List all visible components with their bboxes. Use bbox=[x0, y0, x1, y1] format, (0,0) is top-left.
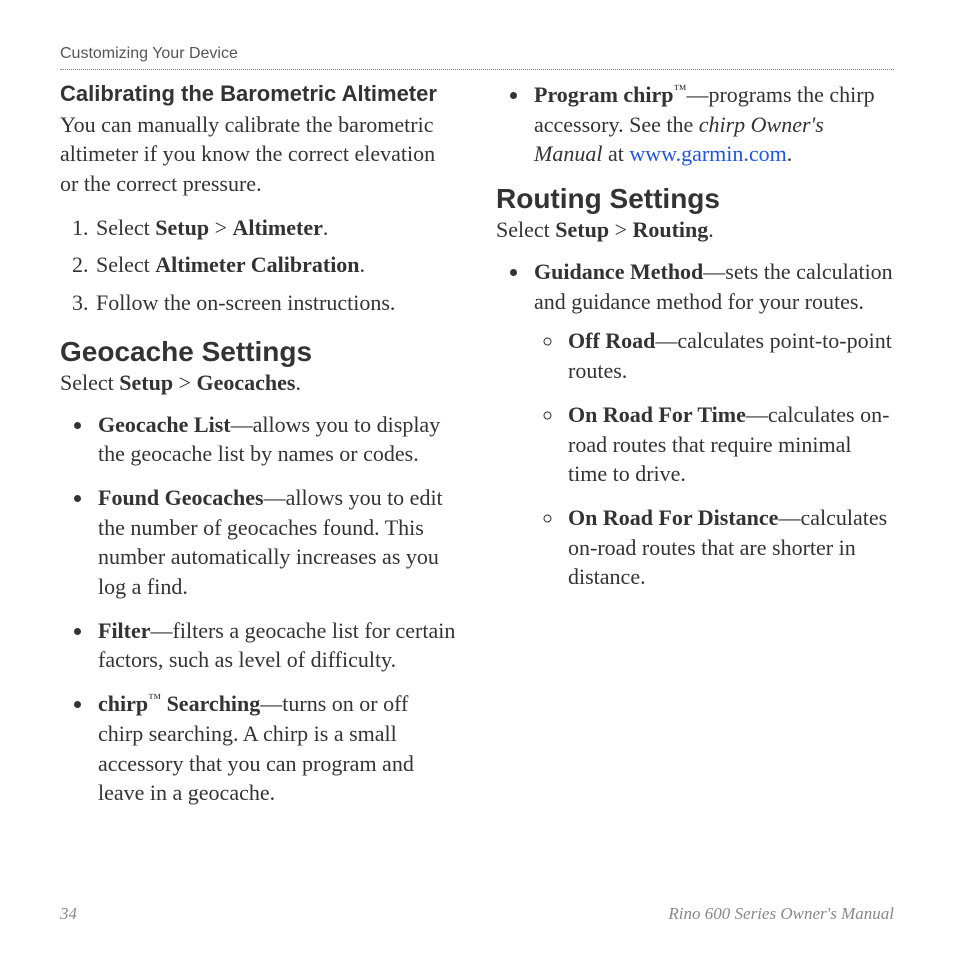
step-3: Follow the on-screen instructions. bbox=[94, 288, 458, 318]
routing-select-line: Select Setup > Routing. bbox=[496, 217, 894, 243]
manual-page: Customizing Your Device Calibrating the … bbox=[0, 0, 954, 954]
list-item: Found Geocaches—allows you to edit the n… bbox=[94, 483, 458, 602]
routing-bullets: Guidance Method—sets the calculation and… bbox=[496, 257, 894, 592]
list-item: Guidance Method—sets the calculation and… bbox=[530, 257, 894, 592]
list-item: Program chirp™—programs the chirp access… bbox=[530, 80, 894, 169]
calibrate-altimeter-heading: Calibrating the Barometric Altimeter bbox=[60, 80, 458, 108]
geocache-select-line: Select Setup > Geocaches. bbox=[60, 370, 458, 396]
list-item: chirp™ Searching—turns on or off chirp s… bbox=[94, 689, 458, 808]
calibrate-steps: Select Setup > Altimeter. Select Altimet… bbox=[60, 213, 458, 318]
running-header: Customizing Your Device bbox=[60, 45, 894, 70]
routing-settings-heading: Routing Settings bbox=[496, 183, 894, 215]
garmin-link[interactable]: www.garmin.com bbox=[629, 141, 786, 166]
page-footer: 34 Rino 600 Series Owner's Manual bbox=[60, 904, 894, 924]
step-1: Select Setup > Altimeter. bbox=[94, 213, 458, 243]
calibrate-intro: You can manually calibrate the barometri… bbox=[60, 110, 458, 199]
list-item: Filter—filters a geocache list for certa… bbox=[94, 616, 458, 675]
list-item: Off Road—calculates point-to-point route… bbox=[564, 326, 894, 385]
guidance-sublist: Off Road—calculates point-to-point route… bbox=[534, 326, 894, 592]
step-2: Select Altimeter Calibration. bbox=[94, 250, 458, 280]
content-columns: Calibrating the Barometric Altimeter You… bbox=[60, 80, 894, 870]
page-number: 34 bbox=[60, 904, 77, 924]
geocache-settings-heading: Geocache Settings bbox=[60, 336, 458, 368]
list-item: On Road For Time—calculates on-road rout… bbox=[564, 400, 894, 489]
list-item: On Road For Distance—calculates on-road … bbox=[564, 503, 894, 592]
manual-title: Rino 600 Series Owner's Manual bbox=[668, 904, 894, 924]
list-item: Geocache List—allows you to display the … bbox=[94, 410, 458, 469]
